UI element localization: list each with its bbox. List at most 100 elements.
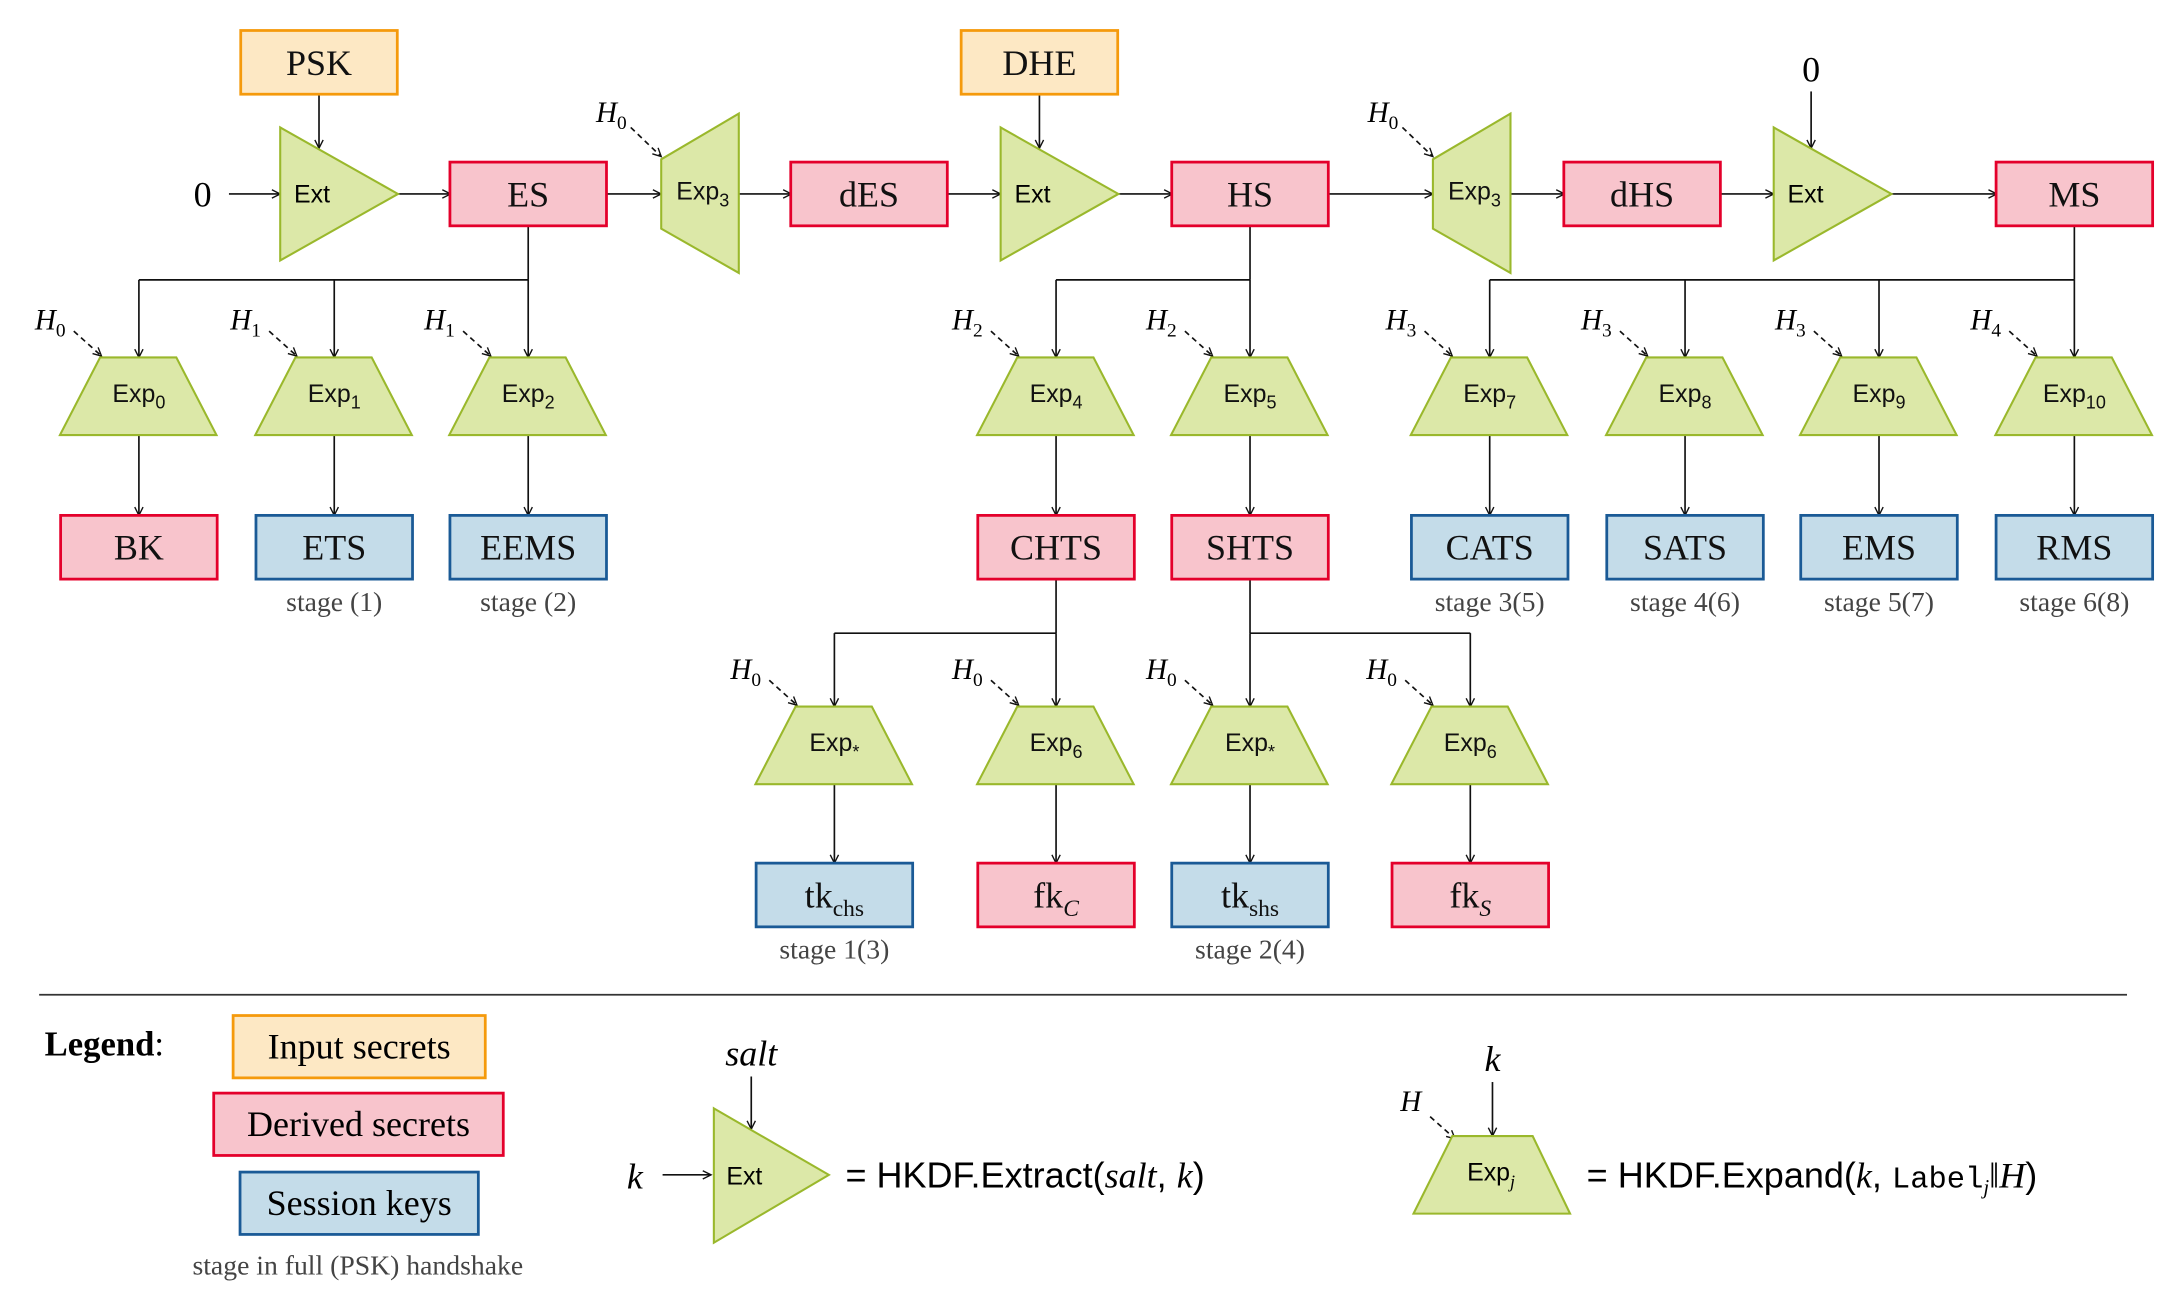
- expand-exp3b: Exp3H0: [1367, 97, 1512, 275]
- edge: [1184, 679, 1213, 705]
- node-label: RMS: [2036, 528, 2112, 568]
- constant-zero-left: 0: [194, 174, 212, 214]
- hash-label: H1: [423, 305, 455, 342]
- node-label: CATS: [1446, 528, 1534, 568]
- node-label: SHTS: [1206, 528, 1294, 568]
- hash-label: H2: [951, 305, 983, 342]
- legend-ext-label: Ext: [726, 1163, 762, 1191]
- hash-label: H0: [1365, 654, 1397, 691]
- edge: [768, 679, 797, 705]
- shapes: PSK DHE ES dES HS dHS MS BK ETS stage (1) EEMS stag…: [34, 29, 2155, 965]
- stage-label: stage 2(4): [1195, 934, 1305, 965]
- edge: [2008, 330, 2037, 356]
- edge: [1619, 330, 1648, 356]
- edge: [462, 330, 491, 356]
- node-label: SATS: [1643, 528, 1727, 568]
- hash-label: H0: [951, 654, 983, 691]
- hash-label: H4: [1969, 305, 2001, 342]
- legend-exp-label: Expj: [1467, 1158, 1515, 1191]
- stage-label: stage (2): [480, 586, 576, 617]
- legend-session-label: Session keys: [267, 1183, 452, 1223]
- node-hs: HS: [1170, 160, 1330, 228]
- expand-exp1: Exp1H1: [229, 305, 414, 437]
- edge: [1404, 679, 1433, 705]
- node-dhe: DHE: [959, 29, 1120, 96]
- node-cats: CATS stage 3(5): [1410, 513, 1570, 617]
- legend-derived-label: Derived secrets: [247, 1104, 470, 1144]
- node-des: dES: [789, 160, 949, 228]
- legend-stage-note: stage in full (PSK) handshake: [192, 1250, 523, 1281]
- legend-expand-key-label: k: [1484, 1039, 1501, 1079]
- tls13-key-schedule-diagram: PSK DHE ES dES HS dHS MS BK ETS stage (1) EEMS stag…: [34, 29, 2155, 1281]
- node-es: ES: [448, 160, 608, 228]
- node-tkchs: tkchsstage 1(3): [754, 861, 915, 965]
- function-label: Exp*: [809, 729, 859, 762]
- node-label: DHE: [1002, 43, 1076, 83]
- edge: [1429, 1116, 1455, 1139]
- expand-exp4: Exp4H2: [951, 305, 1136, 437]
- expand-exp7: Exp7H3: [1385, 305, 1569, 437]
- hash-label: H0: [595, 97, 627, 134]
- stage-label: stage 6(8): [2019, 586, 2129, 617]
- node-ets: ETS stage (1): [254, 513, 414, 617]
- node-label: HS: [1227, 174, 1273, 214]
- extract-ext2: Ext: [999, 125, 1121, 263]
- stage-label: stage 4(6): [1630, 586, 1740, 617]
- hash-label: H0: [1145, 654, 1177, 691]
- expand-exp10: Exp10H4: [1969, 305, 2154, 437]
- extract-ext1: Ext: [279, 125, 401, 263]
- function-label: Exp*: [1225, 729, 1275, 762]
- expand-formula: = HKDF.Expand(k, Labelj‖H): [1587, 1154, 2038, 1199]
- node-ems: EMS stage 5(7): [1799, 513, 1959, 617]
- node-label: PSK: [286, 43, 352, 83]
- legend-key-label: k: [627, 1157, 644, 1197]
- expand-exp2: Exp2H1: [423, 305, 608, 437]
- hash-label: H0: [1367, 97, 1399, 134]
- node-label: CHTS: [1010, 528, 1102, 568]
- edge: [630, 126, 661, 156]
- legend: Legend: Input secrets Derived secrets Sessi…: [39, 993, 2128, 1281]
- node-ms: MS: [1994, 160, 2155, 228]
- hash-label: H0: [34, 305, 66, 342]
- node-label: dES: [839, 174, 899, 214]
- function-label: Ext: [1014, 180, 1050, 208]
- node-label: ETS: [302, 528, 366, 568]
- stage-label: stage 5(7): [1824, 586, 1934, 617]
- edge: [1424, 330, 1453, 356]
- node-chts: CHTS: [976, 513, 1136, 581]
- hash-label: H1: [229, 305, 261, 342]
- constant-zero-right: 0: [1802, 50, 1820, 90]
- hash-label: H0: [729, 654, 761, 691]
- edge: [73, 330, 102, 356]
- extract-formula: = HKDF.Extract(salt, k): [845, 1154, 1204, 1195]
- node-bk: BK: [59, 513, 219, 581]
- edge: [1401, 126, 1432, 156]
- edge: [990, 679, 1019, 705]
- expand-expstar_s: Exp* H0: [1145, 654, 1330, 786]
- edge: [1813, 330, 1842, 356]
- edge: [268, 330, 297, 356]
- node-eems: EEMS stage (2): [448, 513, 608, 617]
- stage-label: stage 3(5): [1435, 586, 1545, 617]
- node-tkshs: tkshsstage 2(4): [1170, 861, 1330, 965]
- node-fkc: fkC: [976, 861, 1136, 929]
- hash-label: H3: [1774, 305, 1806, 342]
- function-label: Ext: [1788, 180, 1824, 208]
- node-fks: fkS: [1390, 861, 1550, 929]
- node-label: ES: [507, 174, 549, 214]
- hash-label: H3: [1385, 305, 1417, 342]
- expand-exp8: Exp8H3: [1580, 305, 1765, 437]
- legend-hash-label: H: [1399, 1086, 1423, 1118]
- hash-label: H3: [1580, 305, 1612, 342]
- legend-title: Legend:: [45, 1026, 164, 1064]
- expand-exp6_s: Exp6H0: [1365, 654, 1550, 786]
- node-label: MS: [2048, 174, 2100, 214]
- node-label: EEMS: [480, 528, 576, 568]
- expand-exp0: Exp0H0: [34, 305, 219, 437]
- hash-label: H2: [1145, 305, 1177, 342]
- node-label: dHS: [1610, 174, 1674, 214]
- node-rms: RMS stage 6(8): [1994, 513, 2155, 617]
- expand-exp3a: Exp3H0: [595, 97, 740, 275]
- node-dhs: dHS: [1562, 160, 1722, 228]
- expand-exp9: Exp9H3: [1774, 305, 1959, 437]
